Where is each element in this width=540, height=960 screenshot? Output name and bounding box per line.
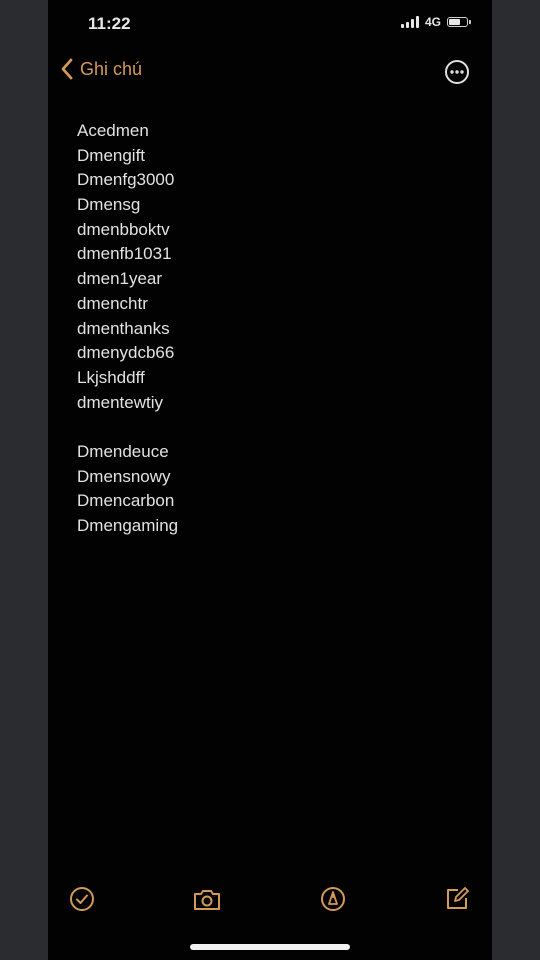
note-line: Acedmen: [77, 121, 149, 140]
compose-button[interactable]: [444, 886, 470, 917]
markup-button[interactable]: [320, 886, 346, 917]
note-line: dmenfb1031: [77, 244, 172, 264]
right-margin: [492, 0, 540, 960]
note-body[interactable]: Acedmen Dmengift Dmenfg3000 Dmensg dmenb…: [77, 119, 178, 539]
signal-icon: [400, 16, 419, 28]
battery-icon: [447, 17, 471, 27]
back-label: Ghi chú: [80, 58, 143, 79]
camera-icon: [194, 890, 220, 910]
markup-pen-icon: [321, 887, 345, 911]
home-indicator[interactable]: [190, 944, 350, 950]
note-line: dmentewtiy: [77, 392, 163, 412]
note-line: Dmensg: [77, 195, 141, 215]
more-button[interactable]: [444, 59, 470, 90]
checklist-button[interactable]: [69, 886, 95, 917]
note-line: Dmengift: [77, 145, 146, 165]
note-blank-line: [77, 415, 178, 440]
compose-icon: [447, 887, 469, 909]
network-type: 4G: [424, 15, 441, 29]
note-line: dmenydcb66: [77, 343, 175, 363]
chevron-left-icon: [61, 58, 73, 80]
note-line: dmenchtr: [77, 293, 148, 313]
note-line: Dmenfg3000: [77, 170, 175, 190]
note-line: dmen1year: [77, 269, 163, 289]
camera-button[interactable]: [192, 888, 222, 917]
status-icons: 4G: [400, 15, 471, 29]
more-ellipsis-icon: [445, 60, 469, 84]
note-line: Lkjshddff: [77, 367, 145, 387]
checklist-icon: [70, 887, 94, 911]
left-margin: [0, 0, 48, 960]
status-time: 11:22: [88, 14, 131, 33]
note-line: Dmencarbon: [77, 491, 175, 511]
back-button[interactable]: Ghi chú: [60, 58, 142, 80]
phone-screen: 11:22 4G Ghi chú Acedmen Dmengift Dmenfg…: [48, 0, 492, 960]
note-line: dmenbboktv: [77, 219, 170, 239]
note-line: Dmengaming: [77, 516, 179, 535]
note-line: Dmendeuce: [77, 441, 169, 461]
note-line: dmenthanks: [77, 318, 170, 338]
note-line: Dmensnowy: [77, 466, 171, 486]
